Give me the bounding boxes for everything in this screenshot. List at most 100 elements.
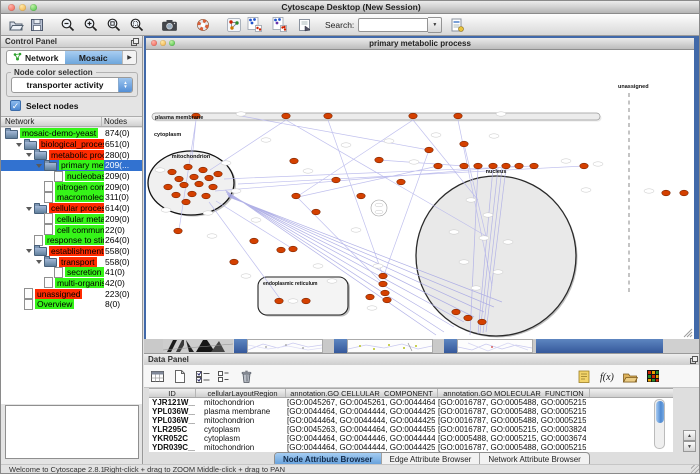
background-window-titlebar[interactable] [234,339,247,353]
apply-layout-red-icon[interactable] [271,16,288,33]
disclosure-triangle-icon[interactable] [25,246,34,256]
table-scrollbar[interactable] [654,399,665,449]
tree-row[interactable]: establishment of lo 558(0) [1,246,142,257]
attribute-table-row[interactable]: YPL036W__1 mitochondrion [GO:0044464, GO… [149,416,673,425]
tree-node-icon [34,247,47,256]
tree-row[interactable]: metabolic process 280(0) [1,149,142,160]
mitochondrion-label: mitochondrion [172,154,211,160]
disclosure-triangle-icon[interactable] [25,150,34,160]
attribute-table-row[interactable]: YDR039C__1 mitochondrion [GO:0044464, GO… [149,443,673,452]
disclosure-triangle-icon[interactable] [25,203,34,213]
tree-row[interactable]: cellular metabo 209(0) [1,214,142,225]
tree-row[interactable]: cellular process 614(0) [1,203,142,214]
network-tree: mosaic-demo-yeast 874(0) biological_proc… [1,128,142,404]
disclosure-triangle-icon[interactable] [15,299,24,309]
tree-row[interactable]: unassigned 223(0) [1,288,142,299]
attribute-table-row[interactable]: YJR121W__1 mitochondrion [GO:0045267, GO… [149,398,673,407]
attribute-table-row[interactable]: YKR052C cytoplasm [GO:0044464, GO:004444… [149,434,673,443]
disclosure-triangle-icon[interactable] [35,192,44,202]
attribute-table-row[interactable]: YPL036W__2 plasma membrane [GO:0044464, … [149,407,673,416]
disclosure-triangle-icon[interactable] [45,171,54,181]
scroll-down-icon[interactable]: ▼ [683,441,696,452]
matrix-view-icon[interactable] [644,368,661,385]
search-input[interactable] [358,18,428,32]
close-button[interactable] [8,4,15,11]
inner-minimize-button[interactable] [160,40,166,46]
float-panel-icon[interactable] [131,38,139,49]
tree-row[interactable]: macromolecule 311(0) [1,192,142,203]
scroll-up-icon[interactable]: ▲ [683,430,696,441]
tree-row[interactable]: secretion 41(0) [1,267,142,278]
canvas-resize-grip-icon[interactable] [684,329,692,337]
disclosure-triangle-icon[interactable] [35,182,44,192]
background-window-preview[interactable] [347,339,433,353]
tree-row[interactable]: response to stimulu 264(0) [1,235,142,246]
tab-mosaic[interactable]: Mosaic [65,51,123,64]
app-titlebar[interactable]: Cytoscape Desktop (New Session) [1,1,700,14]
tree-node-count: 8(0) [104,299,142,309]
disclosure-triangle-icon[interactable] [35,225,44,235]
inner-close-button[interactable] [151,40,157,46]
disclosure-triangle-icon[interactable] [15,139,24,149]
zoom-selected-icon[interactable] [128,16,145,33]
background-windows-strip[interactable] [144,339,700,353]
tree-row[interactable]: primary metabo 209(... [1,160,142,171]
zoom-fit-icon[interactable] [105,16,122,33]
disclosure-triangle-icon[interactable] [35,214,44,224]
select-nodes-checkbox[interactable]: ✓ [10,100,21,111]
birds-eye-view[interactable] [5,405,139,459]
background-window-titlebar[interactable] [334,339,347,353]
scrollbar-thumb[interactable] [656,401,664,423]
tree-row[interactable]: multi-organism pro 42(0) [1,278,142,289]
open-session-icon[interactable] [7,16,24,33]
network-canvas[interactable]: plasma membrane cytoplasm mitochondrion … [146,50,694,339]
attribute-table-header[interactable]: ID _cellularLayoutRegion annotation.GO C… [149,388,673,398]
tree-row[interactable]: Overview 8(0) [1,299,142,310]
tree-row[interactable]: biological_process 651(0) [1,139,142,150]
export-network-icon[interactable] [296,16,313,33]
create-network-icon[interactable] [225,16,242,33]
node-color-dropdown[interactable]: transporter activity ▲▼ [11,77,133,93]
tree-row[interactable]: nucleobase- 209(0) [1,171,142,182]
disclosure-triangle-icon[interactable] [45,267,54,277]
disclosure-triangle-icon[interactable] [15,289,24,299]
delete-attribute-icon[interactable] [238,368,255,385]
network-view-titlebar[interactable]: primary metabolic process [146,38,694,50]
new-attribute-icon[interactable] [171,368,188,385]
disclosure-triangle-icon[interactable] [25,235,34,245]
apply-layout-blue-icon[interactable] [246,16,263,33]
attribute-notes-icon[interactable] [575,368,592,385]
tree-row[interactable]: nitrogen compo 209(0) [1,181,142,192]
disclosure-triangle-icon[interactable] [35,257,44,267]
inner-zoom-button[interactable] [169,40,175,46]
background-window-titlebar[interactable] [444,339,457,353]
tree-node-icon [34,151,47,160]
tree-row[interactable]: transport 558(0) [1,256,142,267]
disclosure-triangle-icon[interactable] [35,278,44,288]
import-table-icon[interactable] [448,16,465,33]
import-attributes-icon[interactable] [621,368,638,385]
unselect-all-attributes-icon[interactable] [215,368,232,385]
tab-network[interactable]: Network [7,51,65,64]
formula-builder-icon[interactable]: f(x) [598,368,615,385]
tree-row[interactable]: mosaic-demo-yeast 874(0) [1,128,142,139]
zoom-out-icon[interactable] [59,16,76,33]
snapshot-icon[interactable] [161,16,178,33]
background-window-preview[interactable] [457,339,533,353]
select-all-attributes-icon[interactable] [194,368,211,385]
zoom-button[interactable] [30,4,37,11]
select-attributes-icon[interactable] [149,368,166,385]
tab-overflow-arrow-icon[interactable]: ▶ [122,51,136,64]
save-session-icon[interactable] [28,16,45,33]
window-resize-grip-icon[interactable] [691,465,700,474]
help-icon[interactable] [194,16,211,33]
background-window-titlebar[interactable] [536,339,663,353]
minimize-button[interactable] [19,4,26,11]
background-window-preview[interactable] [247,339,323,353]
tree-row[interactable]: cell communicat 22(0) [1,224,142,235]
zoom-in-icon[interactable] [82,16,99,33]
disclosure-triangle-icon[interactable] [35,160,44,170]
attribute-table-row[interactable]: YLR295C cytoplasm [GO:0045263, GO:004446… [149,425,673,434]
search-dropdown-arrow-icon[interactable]: ▼ [428,17,442,33]
tree-node-label: primary metabo [59,160,104,170]
